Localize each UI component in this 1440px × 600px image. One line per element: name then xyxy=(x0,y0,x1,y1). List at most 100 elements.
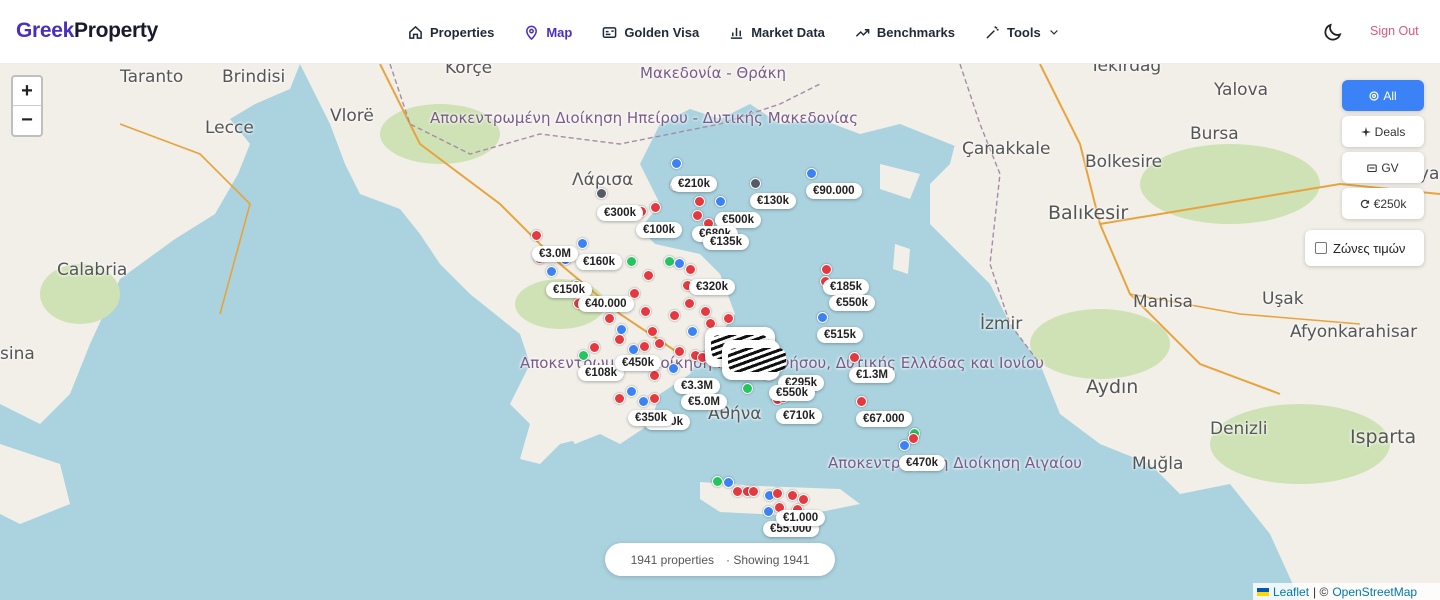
property-marker[interactable] xyxy=(772,488,783,499)
price-label-marker[interactable]: €3.3M xyxy=(674,378,720,394)
property-marker[interactable] xyxy=(687,326,698,337)
nav-properties[interactable]: Properties xyxy=(408,25,494,40)
place-label: Denizli xyxy=(1210,419,1268,439)
price-zones-checkbox[interactable] xyxy=(1315,242,1327,254)
filter-deals-button[interactable]: Deals xyxy=(1342,116,1424,147)
property-marker[interactable] xyxy=(899,440,910,451)
nav-benchmarks[interactable]: Benchmarks xyxy=(855,25,955,40)
price-label-marker[interactable]: €300k xyxy=(597,205,643,221)
nav-golden-visa[interactable]: Golden Visa xyxy=(602,25,699,40)
price-label-marker[interactable]: €100k xyxy=(636,222,682,238)
property-count: 1941 properties xyxy=(630,552,714,567)
nav-market-data[interactable]: Market Data xyxy=(729,25,825,40)
price-label-marker[interactable]: €90.000 xyxy=(806,183,862,199)
property-marker[interactable] xyxy=(614,393,625,404)
property-marker[interactable] xyxy=(638,396,649,407)
property-marker[interactable] xyxy=(684,298,695,309)
zoom-out-button[interactable]: − xyxy=(13,106,41,135)
price-label-marker[interactable]: €515k xyxy=(817,327,863,343)
property-marker[interactable] xyxy=(723,313,734,324)
nav-benchmarks-label: Benchmarks xyxy=(876,24,955,40)
property-marker[interactable] xyxy=(639,341,650,352)
property-marker[interactable] xyxy=(685,264,696,275)
property-marker[interactable] xyxy=(806,168,817,179)
property-marker[interactable] xyxy=(694,196,705,207)
property-marker[interactable] xyxy=(649,370,660,381)
property-marker[interactable] xyxy=(531,230,542,241)
property-marker[interactable] xyxy=(647,326,658,337)
price-label-marker[interactable]: €210k xyxy=(671,176,717,192)
property-marker[interactable] xyxy=(674,258,685,269)
marker-cluster[interactable] xyxy=(722,340,786,380)
property-marker[interactable] xyxy=(626,256,637,267)
price-label-marker[interactable]: €1.3M xyxy=(849,367,895,383)
property-marker[interactable] xyxy=(628,344,639,355)
property-marker[interactable] xyxy=(849,352,860,363)
property-marker[interactable] xyxy=(643,270,654,281)
property-marker[interactable] xyxy=(650,202,661,213)
property-marker[interactable] xyxy=(577,238,588,249)
sign-out-link[interactable]: Sign Out xyxy=(1370,24,1419,38)
filter-250k-button[interactable]: €250k xyxy=(1342,188,1424,219)
property-marker[interactable] xyxy=(763,506,774,517)
price-label-marker[interactable]: €710k xyxy=(776,408,822,424)
price-label-marker[interactable]: €320k xyxy=(689,279,735,295)
price-label-marker[interactable]: €40.000 xyxy=(578,296,634,312)
property-marker[interactable] xyxy=(750,178,761,189)
property-marker[interactable] xyxy=(787,490,798,501)
property-marker[interactable] xyxy=(649,393,660,404)
leaflet-link[interactable]: Leaflet xyxy=(1273,585,1309,599)
property-marker[interactable] xyxy=(712,476,723,487)
price-label-marker[interactable]: €350k xyxy=(628,410,674,426)
price-label-marker[interactable]: €470k xyxy=(899,455,945,471)
property-marker[interactable] xyxy=(669,310,680,321)
property-marker[interactable] xyxy=(614,334,625,345)
brand-logo[interactable]: GreekProperty xyxy=(16,19,158,43)
property-marker[interactable] xyxy=(723,477,734,488)
property-marker[interactable] xyxy=(546,266,557,277)
zoom-in-button[interactable]: + xyxy=(13,77,41,106)
price-label-marker[interactable]: €550k xyxy=(829,295,875,311)
property-marker[interactable] xyxy=(654,338,665,349)
filter-gv-button[interactable]: GV xyxy=(1342,152,1424,183)
property-marker[interactable] xyxy=(589,342,600,353)
price-label-marker[interactable]: €450k xyxy=(615,355,661,371)
property-marker[interactable] xyxy=(700,306,711,317)
property-marker[interactable] xyxy=(640,306,651,317)
price-label-marker[interactable]: €160k xyxy=(576,254,622,270)
property-marker[interactable] xyxy=(748,486,759,497)
osm-link[interactable]: OpenStreetMap xyxy=(1332,585,1417,599)
price-label-marker[interactable]: €135k xyxy=(703,234,749,250)
property-marker[interactable] xyxy=(742,383,753,394)
property-marker[interactable] xyxy=(715,196,726,207)
price-label-marker[interactable]: €185k xyxy=(823,279,869,295)
property-marker[interactable] xyxy=(671,158,682,169)
property-marker[interactable] xyxy=(596,188,607,199)
price-zones-toggle[interactable]: Ζώνες τιμών xyxy=(1305,230,1424,266)
map-canvas[interactable]: Taranto Brindisi Lecce Vlorë Korçe Calab… xyxy=(0,64,1440,600)
price-label-marker[interactable]: €3.0M xyxy=(532,246,578,262)
property-marker[interactable] xyxy=(732,486,743,497)
nav-tools[interactable]: Tools xyxy=(985,25,1060,40)
property-marker[interactable] xyxy=(798,494,809,505)
price-label-marker[interactable]: €550k xyxy=(769,385,815,401)
filter-all-button[interactable]: All xyxy=(1342,80,1424,111)
moon-icon[interactable] xyxy=(1322,21,1344,43)
top-navbar: GreekProperty Properties Map Golden Visa… xyxy=(0,0,1440,64)
nav-map[interactable]: Map xyxy=(524,25,572,40)
property-marker[interactable] xyxy=(578,350,589,361)
property-marker[interactable] xyxy=(908,433,919,444)
property-marker[interactable] xyxy=(821,264,832,275)
property-marker[interactable] xyxy=(626,386,637,397)
price-label-marker[interactable]: €67.000 xyxy=(856,411,912,427)
price-label-marker[interactable]: €130k xyxy=(750,193,796,209)
property-marker[interactable] xyxy=(817,312,828,323)
price-label-marker[interactable]: €5.0M xyxy=(681,394,727,410)
property-marker[interactable] xyxy=(674,346,685,357)
property-marker[interactable] xyxy=(604,313,615,324)
place-label: Uşak xyxy=(1262,289,1304,309)
property-marker[interactable] xyxy=(856,396,867,407)
property-marker[interactable] xyxy=(668,363,679,374)
price-label-marker[interactable]: €1.000 xyxy=(776,510,826,526)
property-marker[interactable] xyxy=(692,210,703,221)
